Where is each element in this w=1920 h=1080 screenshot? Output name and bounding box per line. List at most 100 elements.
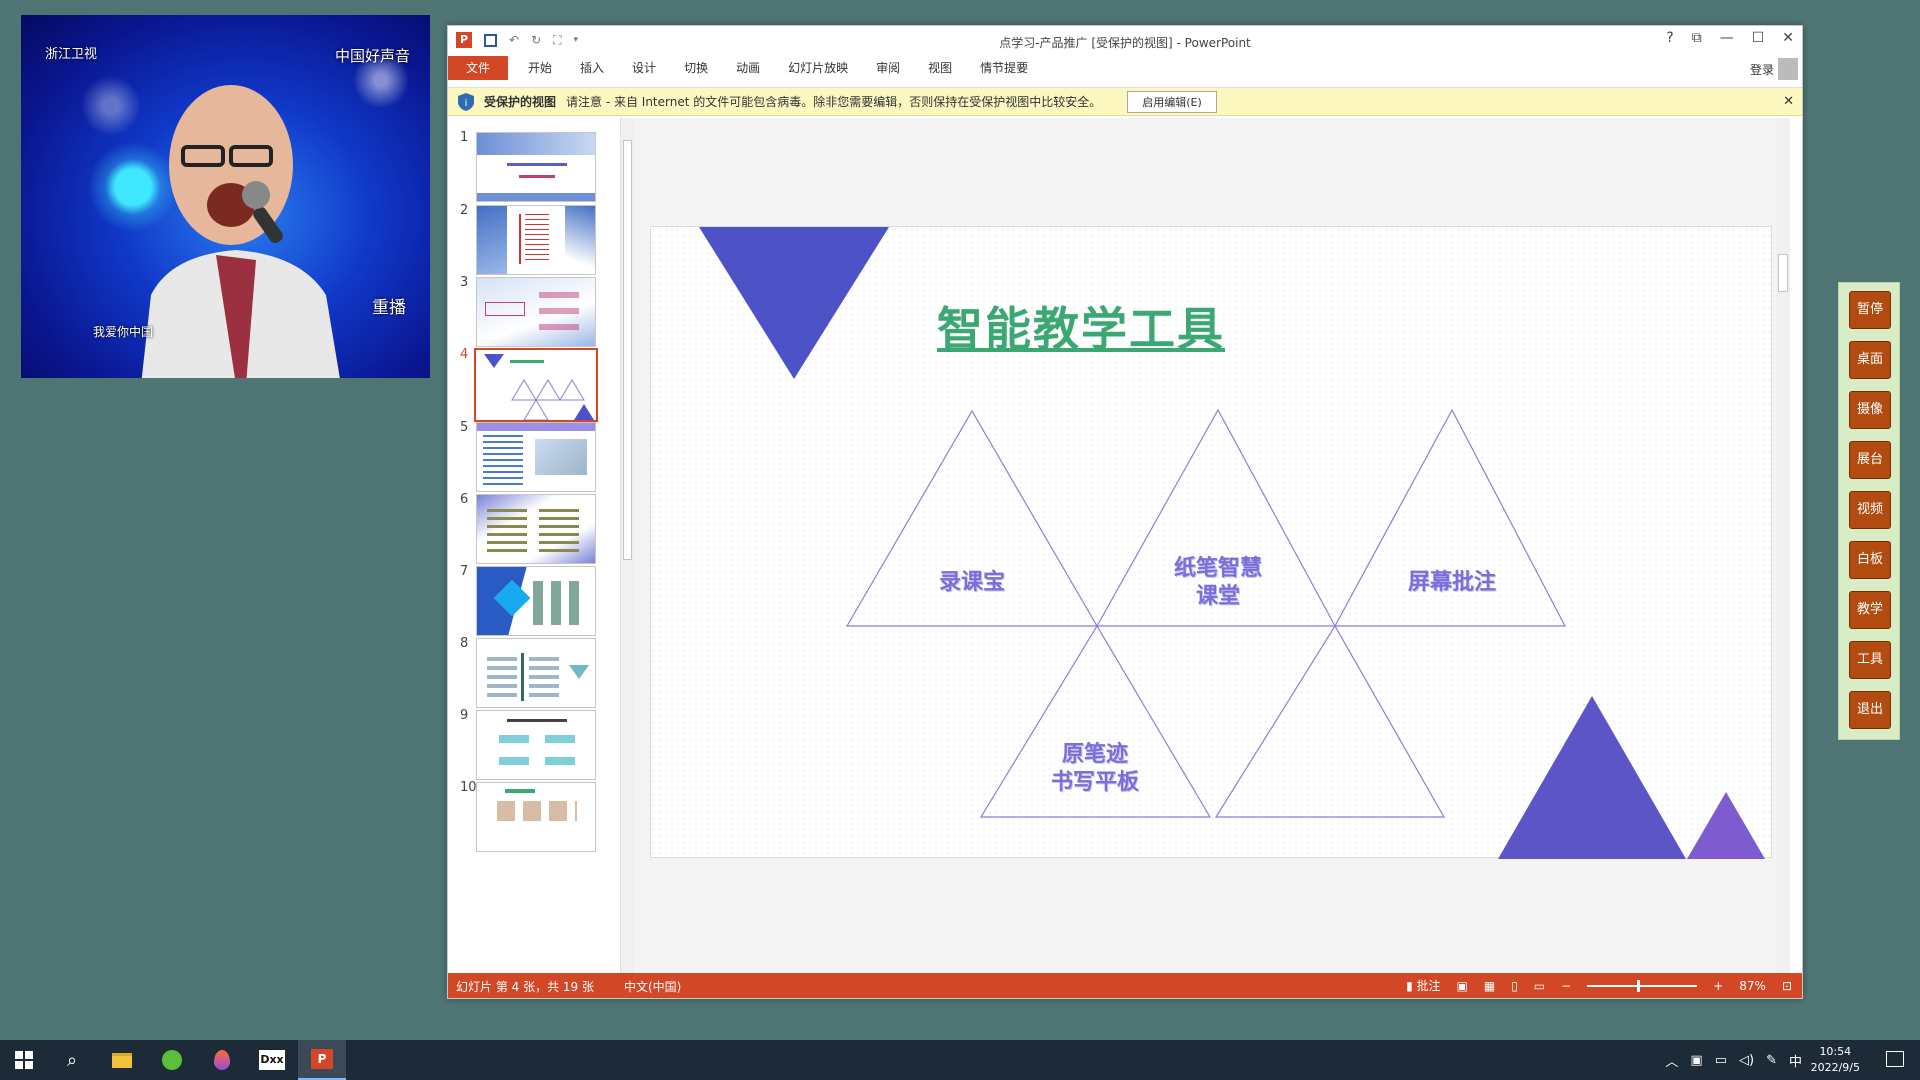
slide-thumbnail-1[interactable] — [476, 132, 596, 202]
channel-logo: 浙江卫视 — [45, 47, 98, 62]
tools-button[interactable]: 工具 — [1849, 641, 1891, 679]
slide-thumbnail-10[interactable] — [476, 782, 596, 852]
language-indicator[interactable]: 中文(中国) — [624, 978, 681, 995]
zoom-level[interactable]: 87% — [1739, 979, 1766, 993]
scroll-thumb[interactable] — [623, 140, 632, 560]
slide-thumbnail-7[interactable] — [476, 566, 596, 636]
teaching-button[interactable]: 教学 — [1849, 591, 1891, 629]
whiteboard-button[interactable]: 白板 — [1849, 541, 1891, 579]
video-thumbnail[interactable]: 浙江卫视 中国好声音 重播 我爱你中国 — [21, 15, 430, 378]
dxx-icon: Dxx — [259, 1050, 285, 1070]
slide-thumbnails-panel: 1 2 3 4 5 6 7 8 9 10 — [448, 118, 620, 974]
reading-view-icon[interactable]: ▯ — [1511, 979, 1518, 993]
enable-editing-button[interactable]: 启用编辑(E) — [1127, 90, 1217, 113]
search-button[interactable]: ⌕ — [48, 1040, 96, 1080]
app-drop-button[interactable] — [198, 1040, 246, 1080]
windows-icon — [15, 1051, 33, 1069]
tab-slideshow[interactable]: 幻灯片放映 — [774, 56, 862, 80]
chevron-up-icon[interactable]: ︿ — [1665, 1051, 1678, 1070]
slide-thumbnail-9[interactable] — [476, 710, 596, 780]
ribbon-tabs: 文件 开始 插入 设计 切换 动画 幻灯片放映 审阅 视图 情节提要 — [448, 56, 1802, 80]
maximize-button[interactable]: ☐ — [1752, 30, 1765, 46]
status-bar: 幻灯片 第 4 张，共 19 张 中文(中国) ▮ 批注 ▣ ▦ ▯ ▭ − +… — [448, 973, 1802, 998]
teaching-toolbar: 暂停 桌面 摄像 展台 视频 白板 教学 工具 退出 — [1838, 282, 1900, 740]
user-avatar-icon[interactable] — [1778, 58, 1798, 80]
tab-storyboard[interactable]: 情节提要 — [966, 56, 1042, 80]
tab-home[interactable]: 开始 — [514, 56, 566, 80]
powerpoint-taskbar-button[interactable]: P — [298, 1040, 346, 1080]
folder-icon — [112, 1052, 132, 1068]
volume-icon[interactable]: ◁) — [1739, 1053, 1754, 1068]
triangle-5 — [1214, 624, 1446, 818]
browser-button[interactable] — [148, 1040, 196, 1080]
tab-design[interactable]: 设计 — [618, 56, 670, 80]
comments-button[interactable]: ▮ 批注 — [1406, 977, 1440, 994]
file-explorer-button[interactable] — [98, 1040, 146, 1080]
minimize-button[interactable]: — — [1720, 30, 1734, 46]
start-button[interactable] — [0, 1040, 48, 1080]
pen-icon[interactable]: ✎ — [1766, 1053, 1777, 1068]
drop-icon — [214, 1050, 230, 1070]
dxx-app-button[interactable]: Dxx — [248, 1040, 296, 1080]
tab-file[interactable]: 文件 — [448, 56, 509, 80]
help-button[interactable]: ? — [1666, 30, 1673, 46]
ribbon-display-options-icon[interactable]: ⧉ — [1692, 30, 1702, 46]
sign-in-link[interactable]: 登录 — [1750, 61, 1774, 78]
slide-editor[interactable]: 智能教学工具 录课宝 纸笔智慧 课堂 屏幕批注 原笔迹 书写平板 — [634, 118, 1776, 974]
label-screen-annotation[interactable]: 屏幕批注 — [1372, 569, 1532, 597]
title-bar: P ↶ ↻ ⛶ ▾ 点学习-产品推广 [受保护的视图] - PowerPoint… — [448, 26, 1802, 56]
tab-insert[interactable]: 插入 — [566, 56, 618, 80]
bottom-right-triangle-small — [1687, 792, 1765, 859]
thumb-number: 5 — [460, 420, 469, 435]
desktop-button[interactable]: 桌面 — [1849, 341, 1891, 379]
taskbar: ⌕ Dxx P ︿ ▣ ▭ ◁) ✎ 中 10:54 2022/9/5 — [0, 1040, 1920, 1080]
slide-thumbnail-5[interactable] — [476, 422, 596, 492]
scroll-thumb[interactable] — [1778, 254, 1788, 292]
tab-transitions[interactable]: 切换 — [670, 56, 722, 80]
normal-view-icon[interactable]: ▣ — [1457, 979, 1468, 993]
browser-icon — [162, 1050, 182, 1070]
network-icon[interactable]: ▭ — [1715, 1053, 1727, 1068]
slideshow-view-icon[interactable]: ▭ — [1534, 979, 1545, 993]
slide-title[interactable]: 智能教学工具 — [937, 293, 1225, 359]
powerpoint-icon: P — [311, 1049, 333, 1069]
slide-thumbnail-8[interactable] — [476, 638, 596, 708]
fit-to-window-icon[interactable]: ⊡ — [1782, 979, 1792, 993]
zoom-knob[interactable] — [1637, 979, 1641, 992]
zoom-slider[interactable] — [1587, 979, 1698, 992]
camera-button[interactable]: 摄像 — [1849, 391, 1891, 429]
zoom-out-icon[interactable]: − — [1561, 979, 1571, 993]
tab-view[interactable]: 视图 — [914, 56, 966, 80]
tab-review[interactable]: 审阅 — [862, 56, 914, 80]
slide-thumbnail-6[interactable] — [476, 494, 596, 564]
editor-scrollbar[interactable] — [1776, 118, 1790, 974]
visualizer-button[interactable]: 展台 — [1849, 441, 1891, 479]
exit-button[interactable]: 退出 — [1849, 691, 1891, 729]
label-zhibi-line2[interactable]: 课堂 — [1138, 583, 1298, 611]
clock[interactable]: 10:54 2022/9/5 — [1811, 1044, 1860, 1076]
current-slide[interactable]: 智能教学工具 录课宝 纸笔智慧 课堂 屏幕批注 原笔迹 书写平板 — [650, 226, 1772, 859]
ime-indicator[interactable]: 中 — [1789, 1051, 1802, 1070]
slide-thumbnail-3[interactable] — [476, 277, 596, 347]
slide-thumbnail-4[interactable] — [474, 348, 598, 422]
slide-thumbnail-2[interactable] — [476, 205, 596, 275]
notification-icon[interactable] — [1886, 1051, 1904, 1067]
protected-view-bar: i 受保护的视图 请注意 - 来自 Internet 的文件可能包含病毒。除非您… — [448, 88, 1802, 116]
video-button[interactable]: 视频 — [1849, 491, 1891, 529]
tab-animations[interactable]: 动画 — [722, 56, 774, 80]
device-icon[interactable]: ▣ — [1690, 1053, 1702, 1068]
close-button[interactable]: ✕ — [1782, 30, 1794, 46]
label-tablet-line2[interactable]: 书写平板 — [1015, 769, 1175, 797]
thumb-number: 2 — [460, 203, 469, 218]
thumb-number: 1 — [460, 130, 469, 145]
close-bar-icon[interactable]: ✕ — [1783, 94, 1794, 109]
thumb-8-triangle — [569, 665, 589, 679]
pause-button[interactable]: 暂停 — [1849, 291, 1891, 329]
label-tablet-line1[interactable]: 原笔迹 — [1015, 741, 1175, 769]
thumb-number: 6 — [460, 492, 469, 507]
thumbnails-scrollbar[interactable] — [620, 118, 634, 974]
slide-sorter-icon[interactable]: ▦ — [1484, 979, 1495, 993]
zoom-in-icon[interactable]: + — [1713, 979, 1723, 993]
label-luketibao[interactable]: 录课宝 — [892, 569, 1052, 597]
label-zhibi-line1[interactable]: 纸笔智慧 — [1138, 555, 1298, 583]
